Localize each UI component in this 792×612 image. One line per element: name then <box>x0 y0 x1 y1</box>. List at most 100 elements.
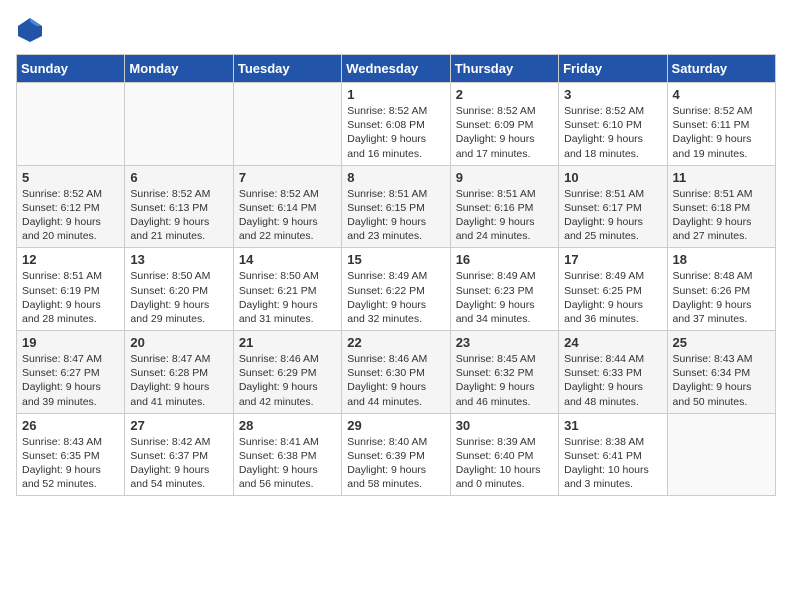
cell-info: Sunset: 6:18 PM <box>673 201 770 215</box>
cell-info: Sunrise: 8:48 AM <box>673 269 770 283</box>
calendar-cell: 17Sunrise: 8:49 AMSunset: 6:25 PMDayligh… <box>559 248 667 331</box>
calendar-table: SundayMondayTuesdayWednesdayThursdayFrid… <box>16 54 776 496</box>
calendar-cell: 11 Sunrise: 8:51 AMSunset: 6:18 PMDayligh… <box>667 165 775 248</box>
cell-info: Daylight: 9 hours and 29 minutes. <box>130 298 227 326</box>
cell-info: Sunrise: 8:45 AM <box>456 352 553 366</box>
cell-info: Sunset: 6:26 PM <box>673 284 770 298</box>
cell-info: Sunset: 6:34 PM <box>673 366 770 380</box>
weekday-header-sunday: Sunday <box>17 55 125 83</box>
cell-info: Sunrise: 8:51 AM <box>673 187 770 201</box>
cell-info: Sunset: 6:19 PM <box>22 284 119 298</box>
cell-info: Sunrise: 8:46 AM <box>347 352 444 366</box>
cell-info: Daylight: 9 hours and 37 minutes. <box>673 298 770 326</box>
cell-info: Sunrise: 8:52 AM <box>456 104 553 118</box>
cell-info: Sunset: 6:37 PM <box>130 449 227 463</box>
day-number: 14 <box>239 252 336 267</box>
day-number: 7 <box>239 170 336 185</box>
day-number: 4 <box>673 87 770 102</box>
day-number: 3 <box>564 87 661 102</box>
cell-info: Daylight: 9 hours and 48 minutes. <box>564 380 661 408</box>
cell-info: Sunset: 6:13 PM <box>130 201 227 215</box>
calendar-cell: 5Sunrise: 8:52 AMSunset: 6:12 PMDaylight… <box>17 165 125 248</box>
cell-info: Daylight: 9 hours and 56 minutes. <box>239 463 336 491</box>
day-number: 17 <box>564 252 661 267</box>
cell-info: Daylight: 9 hours and 16 minutes. <box>347 132 444 160</box>
calendar-cell: 1Sunrise: 8:52 AMSunset: 6:08 PMDaylight… <box>342 83 450 166</box>
calendar-week-5: 26Sunrise: 8:43 AMSunset: 6:35 PMDayligh… <box>17 413 776 496</box>
weekday-header-saturday: Saturday <box>667 55 775 83</box>
cell-info: Daylight: 9 hours and 19 minutes. <box>673 132 770 160</box>
cell-info: Daylight: 9 hours and 39 minutes. <box>22 380 119 408</box>
cell-info: Daylight: 9 hours and 23 minutes. <box>347 215 444 243</box>
day-number: 13 <box>130 252 227 267</box>
cell-info: Sunrise: 8:52 AM <box>564 104 661 118</box>
cell-info: Sunset: 6:41 PM <box>564 449 661 463</box>
day-number: 19 <box>22 335 119 350</box>
cell-info: Sunset: 6:12 PM <box>22 201 119 215</box>
cell-info: Sunrise: 8:43 AM <box>673 352 770 366</box>
day-number: 25 <box>673 335 770 350</box>
cell-info: Daylight: 9 hours and 52 minutes. <box>22 463 119 491</box>
calendar-cell <box>125 83 233 166</box>
cell-info: Daylight: 9 hours and 28 minutes. <box>22 298 119 326</box>
calendar-week-3: 12Sunrise: 8:51 AMSunset: 6:19 PMDayligh… <box>17 248 776 331</box>
day-number: 9 <box>456 170 553 185</box>
cell-info: Sunrise: 8:47 AM <box>22 352 119 366</box>
day-number: 18 <box>673 252 770 267</box>
cell-info: Daylight: 9 hours and 32 minutes. <box>347 298 444 326</box>
cell-info: Sunset: 6:30 PM <box>347 366 444 380</box>
cell-info: Daylight: 9 hours and 58 minutes. <box>347 463 444 491</box>
cell-info: Daylight: 9 hours and 27 minutes. <box>673 215 770 243</box>
cell-info: Daylight: 9 hours and 31 minutes. <box>239 298 336 326</box>
day-number: 27 <box>130 418 227 433</box>
cell-info: Daylight: 9 hours and 25 minutes. <box>564 215 661 243</box>
cell-info: Sunset: 6:27 PM <box>22 366 119 380</box>
calendar-cell: 31Sunrise: 8:38 AMSunset: 6:41 PMDayligh… <box>559 413 667 496</box>
day-number: 23 <box>456 335 553 350</box>
calendar-cell: 10Sunrise: 8:51 AMSunset: 6:17 PMDayligh… <box>559 165 667 248</box>
calendar-cell: 24Sunrise: 8:44 AMSunset: 6:33 PMDayligh… <box>559 331 667 414</box>
cell-info: Sunrise: 8:46 AM <box>239 352 336 366</box>
calendar-cell: 25 Sunrise: 8:43 AMSunset: 6:34 PMDayligh… <box>667 331 775 414</box>
cell-info: Sunrise: 8:50 AM <box>239 269 336 283</box>
calendar-cell: 19 Sunrise: 8:47 AMSunset: 6:27 PMDayligh… <box>17 331 125 414</box>
day-number: 30 <box>456 418 553 433</box>
cell-info: Sunset: 6:25 PM <box>564 284 661 298</box>
calendar-cell: 26Sunrise: 8:43 AMSunset: 6:35 PMDayligh… <box>17 413 125 496</box>
cell-info: Sunrise: 8:42 AM <box>130 435 227 449</box>
cell-info: Sunrise: 8:40 AM <box>347 435 444 449</box>
calendar-cell: 28Sunrise: 8:41 AMSunset: 6:38 PMDayligh… <box>233 413 341 496</box>
cell-info: Sunrise: 8:47 AM <box>130 352 227 366</box>
cell-info: Sunrise: 8:50 AM <box>130 269 227 283</box>
cell-info: Sunrise: 8:49 AM <box>347 269 444 283</box>
weekday-header-tuesday: Tuesday <box>233 55 341 83</box>
calendar-cell: 3 Sunrise: 8:52 AMSunset: 6:10 PMDaylight… <box>559 83 667 166</box>
cell-info: Daylight: 9 hours and 20 minutes. <box>22 215 119 243</box>
calendar-cell: 6Sunrise: 8:52 AMSunset: 6:13 PMDaylight… <box>125 165 233 248</box>
calendar-cell <box>233 83 341 166</box>
cell-info: Daylight: 9 hours and 17 minutes. <box>456 132 553 160</box>
cell-info: Daylight: 9 hours and 42 minutes. <box>239 380 336 408</box>
cell-info: Sunset: 6:22 PM <box>347 284 444 298</box>
cell-info: Sunset: 6:20 PM <box>130 284 227 298</box>
calendar-cell: 7Sunrise: 8:52 AMSunset: 6:14 PMDaylight… <box>233 165 341 248</box>
calendar-cell: 12Sunrise: 8:51 AMSunset: 6:19 PMDayligh… <box>17 248 125 331</box>
cell-info: Sunset: 6:10 PM <box>564 118 661 132</box>
day-number: 1 <box>347 87 444 102</box>
cell-info: Daylight: 9 hours and 36 minutes. <box>564 298 661 326</box>
cell-info: Daylight: 9 hours and 18 minutes. <box>564 132 661 160</box>
day-number: 31 <box>564 418 661 433</box>
cell-info: Sunset: 6:14 PM <box>239 201 336 215</box>
cell-info: Sunrise: 8:51 AM <box>22 269 119 283</box>
cell-info: Sunset: 6:32 PM <box>456 366 553 380</box>
cell-info: Daylight: 9 hours and 50 minutes. <box>673 380 770 408</box>
day-number: 21 <box>239 335 336 350</box>
cell-info: Daylight: 9 hours and 24 minutes. <box>456 215 553 243</box>
day-number: 26 <box>22 418 119 433</box>
calendar-cell: 14Sunrise: 8:50 AMSunset: 6:21 PMDayligh… <box>233 248 341 331</box>
day-number: 11 <box>673 170 770 185</box>
cell-info: Sunset: 6:16 PM <box>456 201 553 215</box>
cell-info: Daylight: 10 hours and 0 minutes. <box>456 463 553 491</box>
cell-info: Sunset: 6:23 PM <box>456 284 553 298</box>
calendar-week-1: 1Sunrise: 8:52 AMSunset: 6:08 PMDaylight… <box>17 83 776 166</box>
